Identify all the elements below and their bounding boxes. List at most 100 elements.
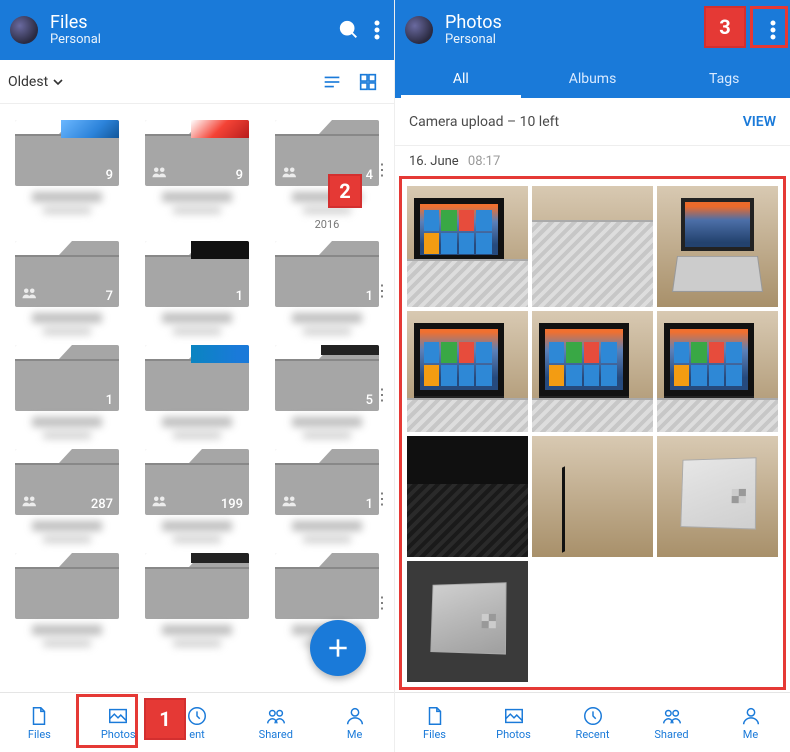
shared-icon <box>281 492 299 511</box>
nav-me[interactable]: Me <box>711 693 790 752</box>
photo-thumbnail[interactable] <box>407 186 528 307</box>
folder-count: 1 <box>236 289 243 304</box>
folder-item[interactable] <box>136 553 258 647</box>
folder-icon: 1 <box>145 241 249 307</box>
folder-more-icon[interactable]: ⋮ <box>374 593 390 612</box>
folder-item[interactable]: 5⋮ <box>266 345 388 439</box>
folder-count: 1 <box>106 393 113 408</box>
nav-recent[interactable]: Recent <box>553 693 632 752</box>
folder-icon <box>15 553 119 619</box>
shared-icon <box>21 492 39 511</box>
folder-label <box>275 521 379 543</box>
header-title-block: Files Personal <box>50 13 338 48</box>
folder-count: 9 <box>236 168 243 183</box>
photo-thumbnail[interactable] <box>657 186 778 307</box>
photo-thumbnail[interactable] <box>657 311 778 432</box>
folder-item[interactable] <box>136 345 258 439</box>
folder-icon: 287 <box>15 449 119 515</box>
folder-count: 1 <box>366 497 373 512</box>
tab-tags[interactable]: Tags <box>658 60 790 98</box>
date-label: 16. June <box>409 154 459 169</box>
photo-thumbnail[interactable] <box>532 311 653 432</box>
view-grid-icon[interactable] <box>350 64 386 100</box>
more-icon[interactable] <box>770 20 776 40</box>
folder-label <box>145 625 249 647</box>
photo-empty <box>657 561 778 682</box>
folder-label <box>275 313 379 335</box>
tab-all[interactable]: All <box>395 60 527 98</box>
folder-label <box>15 192 119 214</box>
folder-more-icon[interactable]: ⋮ <box>374 281 390 300</box>
sort-label: Oldest <box>8 74 48 90</box>
nav-shared[interactable]: Shared <box>236 693 315 752</box>
folder-label <box>275 192 379 214</box>
avatar[interactable] <box>405 16 433 44</box>
folder-item[interactable]: 287 <box>6 449 128 543</box>
upload-status-bar: Camera upload – 10 left VIEW <box>395 98 790 146</box>
folder-more-icon[interactable]: ⋮ <box>374 489 390 508</box>
view-list-icon[interactable] <box>314 64 350 100</box>
header-subtitle: Personal <box>50 32 338 47</box>
photo-grid[interactable] <box>401 180 784 688</box>
folder-count: 1 <box>366 289 373 304</box>
nav-shared[interactable]: Shared <box>632 693 711 752</box>
folder-count: 5 <box>366 393 373 408</box>
folder-icon: 9 <box>15 120 119 186</box>
filter-bar: Oldest <box>0 60 394 104</box>
nav-photos[interactable]: Photos <box>474 693 553 752</box>
folder-item[interactable]: 7 <box>6 241 128 335</box>
time-label: 08:17 <box>468 154 500 169</box>
folder-count: 9 <box>106 168 113 183</box>
upload-status-text: Camera upload – 10 left <box>409 114 559 130</box>
folder-icon: 1 <box>15 345 119 411</box>
folder-icon: 199 <box>145 449 249 515</box>
nav-files[interactable]: Files <box>0 693 79 752</box>
folder-item[interactable] <box>6 553 128 647</box>
folder-item[interactable]: 9 <box>136 120 258 231</box>
folder-icon <box>145 553 249 619</box>
folder-count: 287 <box>91 497 113 512</box>
chevron-down-icon <box>52 76 64 88</box>
folder-more-icon[interactable]: ⋮ <box>374 385 390 404</box>
folder-count: 4 <box>366 168 373 183</box>
folder-icon <box>275 553 379 619</box>
folder-item[interactable]: 1 <box>136 241 258 335</box>
folder-label <box>275 417 379 439</box>
folder-item[interactable]: 1 <box>6 345 128 439</box>
search-icon[interactable] <box>338 19 360 41</box>
folder-count: 199 <box>221 497 243 512</box>
folder-item[interactable]: 1⋮ <box>266 241 388 335</box>
photo-thumbnail[interactable] <box>407 561 528 682</box>
photo-thumbnail[interactable] <box>407 436 528 557</box>
folder-item[interactable]: 42016⋮ <box>266 120 388 231</box>
photo-thumbnail[interactable] <box>532 186 653 307</box>
files-header: Files Personal <box>0 0 394 60</box>
more-icon[interactable] <box>374 20 380 40</box>
avatar[interactable] <box>10 16 38 44</box>
sort-dropdown[interactable]: Oldest <box>8 74 64 90</box>
shared-icon <box>281 163 299 182</box>
folder-label <box>145 417 249 439</box>
callout-3: 3 <box>704 6 746 48</box>
folder-icon: 7 <box>15 241 119 307</box>
folder-item[interactable]: 1⋮ <box>266 449 388 543</box>
callout-1: 1 <box>144 698 186 740</box>
folder-icon: 9 <box>145 120 249 186</box>
photo-thumbnail[interactable] <box>532 436 653 557</box>
folder-item[interactable]: 199 <box>136 449 258 543</box>
shared-icon <box>151 163 169 182</box>
photos-screen: Photos Personal 3 All Albums Tags Camera… <box>395 0 790 752</box>
folder-item[interactable]: 9 <box>6 120 128 231</box>
tab-albums[interactable]: Albums <box>527 60 659 98</box>
folder-count: 7 <box>106 289 113 304</box>
folder-label <box>15 625 119 647</box>
nav-me[interactable]: Me <box>315 693 394 752</box>
photo-thumbnail[interactable] <box>657 436 778 557</box>
folder-icon: 1 <box>275 449 379 515</box>
photo-thumbnail[interactable] <box>407 311 528 432</box>
folder-more-icon[interactable]: ⋮ <box>374 160 390 179</box>
view-link[interactable]: VIEW <box>743 114 776 130</box>
nav-files[interactable]: Files <box>395 693 474 752</box>
add-fab[interactable] <box>310 620 366 676</box>
header-title: Files <box>50 13 338 33</box>
